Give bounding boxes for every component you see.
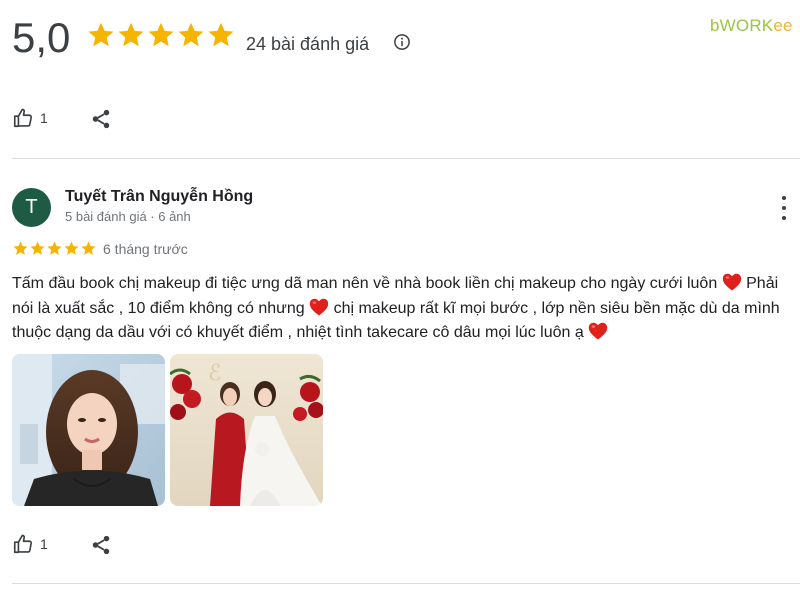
review-text-part: Tấm đầu book chị makeup đi tiệc ưng dã m… [12,275,722,292]
star-icon [30,241,45,255]
thumbs-up-icon [13,108,33,128]
review-stars [12,240,97,257]
star-icon [81,241,96,255]
overall-rating: 5,0 [12,14,71,61]
star-icon [148,22,174,47]
more-options-button[interactable] [774,196,794,220]
overall-stars [86,20,236,50]
more-dot [782,216,786,220]
star-icon [118,22,144,47]
portrait-photo [12,354,165,506]
star-icon [13,241,28,255]
like-count: 1 [40,536,48,552]
svg-text:ℰ: ℰ [208,361,221,386]
review-photo-bride[interactable]: ℰ [170,354,323,506]
divider [12,158,800,159]
like-button[interactable]: 1 [12,533,48,555]
like-button[interactable]: 1 [12,107,48,129]
share-icon [92,535,110,555]
share-icon [92,109,110,129]
star-icon [178,22,204,47]
top-action-row: 1 [12,107,110,129]
star-icon [88,22,114,47]
review-photo-portrait[interactable] [12,354,165,506]
more-dot [782,206,786,210]
like-count: 1 [40,110,48,126]
share-button[interactable] [90,534,112,561]
review-text: Tấm đầu book chị makeup đi tiệc ưng dã m… [12,272,798,346]
info-icon[interactable] [393,33,411,51]
review-time: 6 tháng trước [103,241,188,257]
brand-logo: bWORKee [710,16,793,35]
share-button[interactable] [90,108,112,135]
review-action-row: 1 [12,533,110,555]
reviewer-meta: 5 bài đánh giá · 6 ảnh [65,209,191,224]
red-heart-icon [588,322,608,340]
star-icon [64,241,79,255]
red-heart-icon [309,298,329,316]
red-heart-icon [722,273,742,291]
bride-photo: ℰ [170,354,323,506]
star-icon [208,22,234,47]
reviewer-name[interactable]: Tuyết Trân Nguyễn Hồng [65,188,253,206]
divider [12,583,800,584]
thumbs-up-icon [13,534,33,554]
more-dot [782,196,786,200]
star-icon [47,241,62,255]
avatar[interactable]: T [12,188,51,227]
review-count: 24 bài đánh giá [246,34,370,54]
